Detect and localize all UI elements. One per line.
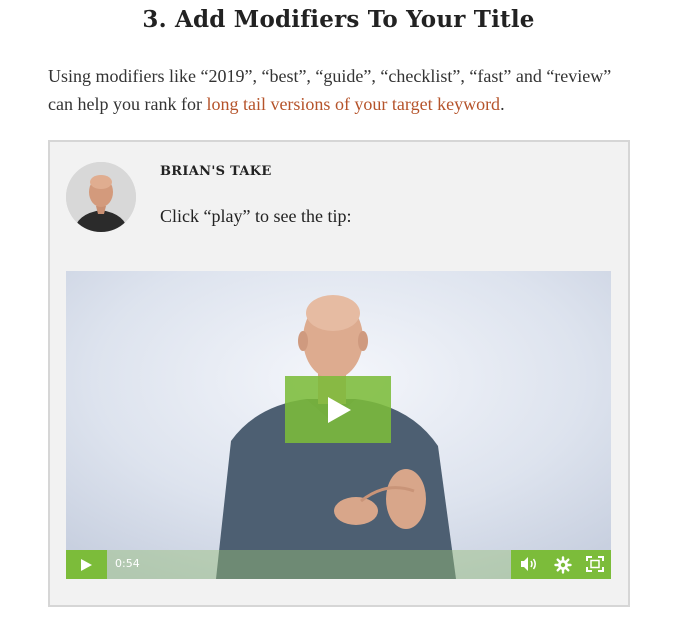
play-icon <box>328 397 351 423</box>
take-title: BRIAN'S TAKE <box>160 164 272 179</box>
avatar-photo-icon <box>66 162 136 232</box>
section-heading: 3. Add Modifiers To Your Title <box>142 6 535 33</box>
take-instruction: Click “play” to see the tip: <box>160 206 352 226</box>
fullscreen-icon <box>586 556 604 572</box>
brians-take-box: BRIAN'S TAKE Click “play” to see the tip… <box>48 140 630 607</box>
long-tail-link[interactable]: long tail versions of your target keywor… <box>206 94 500 114</box>
big-play-button[interactable] <box>285 376 391 443</box>
intro-paragraph: Using modifiers like “2019”, “best”, “gu… <box>48 62 638 118</box>
video-player[interactable]: 0:54 <box>66 271 611 579</box>
volume-button[interactable] <box>513 550 545 579</box>
video-controls: 0:54 <box>66 550 611 579</box>
play-icon <box>81 559 92 571</box>
video-duration: 0:54 <box>115 557 140 570</box>
intro-end: . <box>500 94 505 114</box>
fullscreen-button[interactable] <box>579 550 611 579</box>
avatar <box>66 162 136 232</box>
gear-icon <box>554 556 572 574</box>
controls-right-group <box>511 550 611 579</box>
volume-icon <box>521 557 536 571</box>
settings-button[interactable] <box>547 550 579 579</box>
play-button[interactable] <box>66 550 107 579</box>
